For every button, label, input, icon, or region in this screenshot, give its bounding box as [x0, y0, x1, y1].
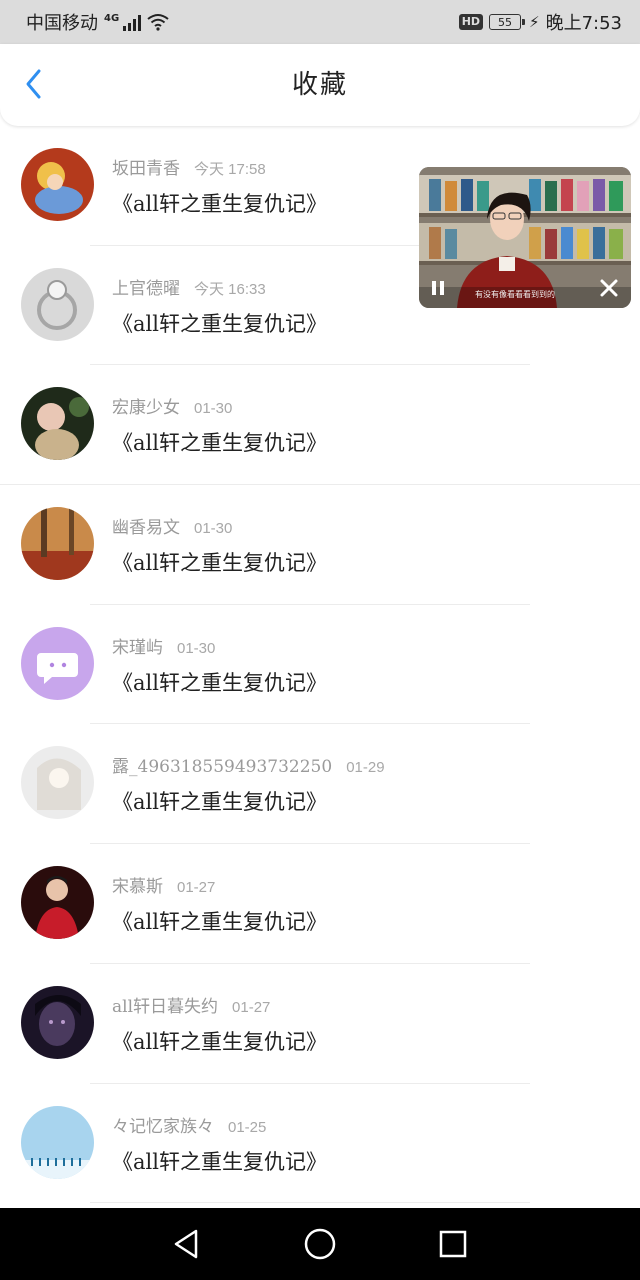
- status-left: 中国移动 4G: [26, 9, 169, 35]
- meta-line: all轩日暮失约 01-27: [112, 992, 270, 1017]
- user-name[interactable]: 宋瑾屿: [112, 638, 163, 658]
- meta-line: 幽香易文 01-30: [112, 513, 232, 538]
- list-item[interactable]: 々记忆家族々 01-25 《all轩之重生复仇记》: [0, 1084, 640, 1204]
- nav-back-button[interactable]: [167, 1224, 207, 1264]
- avatar[interactable]: [21, 985, 94, 1059]
- book-title[interactable]: 《all轩之重生复仇记》: [112, 786, 327, 816]
- close-icon: [600, 279, 618, 297]
- avatar[interactable]: [21, 507, 94, 581]
- timestamp: 01-27: [232, 998, 271, 1016]
- list-item[interactable]: 露_496318559493732250 01-29 《all轩之重生复仇记》: [0, 724, 640, 844]
- meta-line: 々记忆家族々 01-25: [112, 1112, 266, 1137]
- book-title[interactable]: 《all轩之重生复仇记》: [112, 188, 327, 218]
- user-name[interactable]: 坂田青香: [112, 159, 180, 179]
- list-item[interactable]: all轩日暮失约 01-27 《all轩之重生复仇记》: [0, 964, 640, 1084]
- user-name[interactable]: 幽香易文: [112, 518, 180, 538]
- network-type: 4G: [104, 12, 120, 24]
- header: 收藏: [0, 44, 640, 126]
- list-item[interactable]: 宋瑾屿 01-30 《all轩之重生复仇记》: [0, 605, 640, 725]
- clock: 晚上7:53: [545, 13, 622, 34]
- book-title[interactable]: 《all轩之重生复仇记》: [112, 308, 327, 338]
- charging-icon: ⚡: [529, 13, 540, 31]
- user-name[interactable]: 上官德曜: [112, 279, 180, 299]
- book-title[interactable]: 《all轩之重生复仇记》: [112, 427, 327, 457]
- battery-level: 55: [498, 15, 513, 29]
- signal-icon: [123, 13, 142, 31]
- system-nav-bar: [0, 1208, 640, 1280]
- square-recents-icon: [440, 1230, 467, 1258]
- list-item[interactable]: 宏康少女 01-30 《all轩之重生复仇记》: [0, 365, 640, 485]
- meta-line: 宏康少女 01-30: [112, 393, 232, 418]
- book-title[interactable]: 《all轩之重生复仇记》: [112, 547, 327, 577]
- nav-recents-button[interactable]: [433, 1224, 473, 1264]
- video-subtitle: 有没有像看看看到到的: [475, 290, 555, 299]
- timestamp: 01-29: [346, 759, 385, 777]
- battery-icon: 55: [489, 14, 526, 30]
- meta-line: 宋慕斯 01-27: [112, 872, 215, 897]
- carrier-name: 中国移动: [26, 13, 98, 34]
- book-title[interactable]: 《all轩之重生复仇记》: [112, 906, 327, 936]
- hd-badge: HD: [458, 14, 484, 30]
- avatar[interactable]: [21, 866, 94, 940]
- status-right: HD 55 ⚡ 晚上7:53: [458, 9, 622, 35]
- timestamp: 01-30: [194, 520, 233, 538]
- avatar[interactable]: [21, 267, 94, 341]
- triangle-back-icon: [174, 1229, 197, 1259]
- floating-video-player[interactable]: 有没有像看看看到到的: [419, 167, 631, 308]
- timestamp: 01-30: [177, 639, 216, 657]
- avatar[interactable]: [21, 148, 94, 221]
- user-name[interactable]: 宏康少女: [112, 398, 180, 418]
- timestamp: 01-25: [228, 1118, 267, 1136]
- list-item[interactable]: 幽香易文 01-30 《all轩之重生复仇记》: [0, 485, 640, 605]
- timestamp: 今天 17:58: [194, 161, 266, 178]
- user-name[interactable]: 々记忆家族々: [112, 1117, 214, 1137]
- book-title[interactable]: 《all轩之重生复仇记》: [112, 1146, 327, 1176]
- avatar[interactable]: [21, 1105, 94, 1179]
- user-name[interactable]: 露_496318559493732250: [112, 757, 332, 777]
- wifi-icon: [147, 14, 169, 31]
- timestamp: 01-30: [194, 400, 233, 418]
- meta-line: 宋瑾屿 01-30: [112, 633, 215, 658]
- user-name[interactable]: 宋慕斯: [112, 877, 163, 897]
- close-video-button[interactable]: [599, 278, 619, 298]
- circle-home-icon: [304, 1228, 336, 1260]
- avatar[interactable]: [21, 387, 94, 461]
- list-item[interactable]: 宋慕斯 01-27 《all轩之重生复仇记》: [0, 844, 640, 964]
- nav-home-button[interactable]: [300, 1224, 340, 1264]
- avatar[interactable]: [21, 746, 94, 820]
- avatar[interactable]: [21, 626, 94, 700]
- page-title: 收藏: [291, 70, 348, 100]
- book-title[interactable]: 《all轩之重生复仇记》: [112, 1026, 327, 1056]
- timestamp: 01-27: [177, 879, 216, 897]
- timestamp: 今天 16:33: [194, 280, 266, 298]
- meta-line: 露_496318559493732250 01-29: [112, 752, 385, 777]
- meta-line: 坂田青香 今天 17:58: [112, 154, 266, 179]
- meta-line: 上官德曜 今天 16:33: [112, 274, 266, 299]
- user-name[interactable]: all轩日暮失约: [112, 997, 218, 1017]
- pause-button[interactable]: [431, 280, 445, 296]
- book-title[interactable]: 《all轩之重生复仇记》: [112, 667, 327, 697]
- pause-icon: [432, 281, 444, 295]
